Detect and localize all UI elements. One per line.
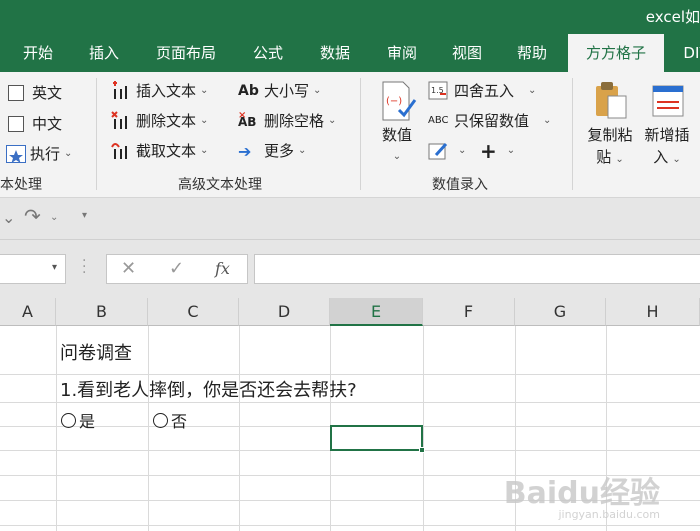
customize-toolbar-icon[interactable]: ▾ xyxy=(82,210,87,221)
group-label-numeric-entry: 数值录入 xyxy=(432,177,488,193)
tab-page-layout[interactable]: 页面布局 xyxy=(144,34,228,72)
execute-button[interactable]: 执行 ⌄ xyxy=(6,141,72,167)
chevron-down-icon: ⌄ xyxy=(298,145,307,156)
insert-text-icon xyxy=(110,81,132,101)
checkbox-icon xyxy=(8,116,24,132)
chevron-down-icon: ⌄ xyxy=(200,115,209,126)
chevron-down-icon: ⌄ xyxy=(200,85,209,96)
plus-button[interactable]: + ⌄ xyxy=(480,138,515,164)
chevron-down-icon: ▾ xyxy=(51,262,57,273)
column-header-e[interactable]: E xyxy=(330,298,423,326)
chevron-down-icon: ⌄ xyxy=(458,145,467,156)
redo-icon[interactable]: ↷ xyxy=(24,204,41,228)
title-bar: excel如 xyxy=(0,0,700,34)
option-no[interactable]: 否 xyxy=(153,408,187,432)
chevron-down-icon: ⌄ xyxy=(200,145,209,156)
chevron-down-icon: ⌄ xyxy=(615,154,624,165)
numeric-doc-icon: (−) xyxy=(377,80,417,122)
column-header-c[interactable]: C xyxy=(148,298,239,326)
cancel-icon[interactable]: ✕ xyxy=(121,258,136,279)
name-box[interactable]: ▾ xyxy=(0,254,66,284)
insert-row-icon xyxy=(647,80,687,122)
group-label-text-processing: 本处理 xyxy=(0,177,42,193)
arrow-right-icon: ➔ xyxy=(238,142,252,161)
redo-dropdown-icon[interactable]: ⌄ xyxy=(50,212,58,223)
column-header-h[interactable]: H xyxy=(606,298,700,326)
group-separator xyxy=(360,78,361,190)
star-execute-icon xyxy=(6,145,26,163)
column-header-g[interactable]: G xyxy=(515,298,606,326)
tab-review[interactable]: 审阅 xyxy=(374,34,430,72)
english-checkbox[interactable]: 英文 xyxy=(8,80,62,106)
abc-icon: ABC xyxy=(428,115,449,126)
numeric-button[interactable]: (−) 数值 ⌄ xyxy=(372,80,422,168)
new-insert-button[interactable]: 新增插 入 ⌄ xyxy=(636,80,698,171)
radio-button-icon xyxy=(61,412,76,428)
group-separator xyxy=(96,78,97,190)
round-button[interactable]: 1.5 四舍五入 ⌄ xyxy=(428,78,536,104)
chevron-down-icon: ⌄ xyxy=(392,151,402,162)
window-title: excel如 xyxy=(645,8,700,26)
ribbon: 英文 中文 执行 ⌄ 本处理 插入文本 ⌄ 删除文本 ⌄ 截取文本 ⌄ Ab 大… xyxy=(0,72,700,198)
drag-handle-icon[interactable]: · · · xyxy=(82,254,86,280)
chevron-down-icon: ⌄ xyxy=(64,148,73,159)
checkbox-icon xyxy=(8,85,24,101)
survey-question-cell: 1.看到老人摔倒，你是否还会去帮扶? xyxy=(60,380,357,401)
chevron-down-icon: ⌄ xyxy=(672,154,681,165)
tab-data[interactable]: 数据 xyxy=(306,34,364,72)
enter-icon[interactable]: ✓ xyxy=(169,258,184,279)
worksheet-grid[interactable]: 问卷调查 1.看到老人摔倒，你是否还会去帮扶? 是 否 Baidu经验 jing… xyxy=(0,326,700,531)
group-separator xyxy=(572,78,573,190)
keep-numbers-button[interactable]: ABC 只保留数值 ⌄ xyxy=(428,108,551,134)
copy-paste-button[interactable]: 复制粘 贴 ⌄ xyxy=(580,80,640,171)
tab-diy[interactable]: DIY xyxy=(676,34,700,72)
formula-bar: ▾ · · · ✕ ✓ fx xyxy=(0,240,700,298)
extract-text-button[interactable]: 截取文本 ⌄ xyxy=(110,138,208,164)
edit-sheet-icon xyxy=(428,141,450,161)
delete-spaces-button[interactable]: × AB 删除空格 ⌄ xyxy=(238,108,336,134)
more-button[interactable]: ➔ 更多 ⌄ xyxy=(238,138,306,164)
undo-dropdown-icon[interactable]: ⌄ xyxy=(2,208,15,227)
chevron-down-icon: ⌄ xyxy=(506,145,516,156)
selected-cell[interactable] xyxy=(330,425,425,453)
chinese-checkbox[interactable]: 中文 xyxy=(8,111,62,137)
survey-title-cell: 问卷调查 xyxy=(60,343,132,364)
chevron-down-icon: ⌄ xyxy=(313,85,322,96)
case-ab-icon: Ab xyxy=(238,83,259,99)
svg-text:(−): (−) xyxy=(386,96,402,107)
insert-text-button[interactable]: 插入文本 ⌄ xyxy=(110,78,208,104)
column-header-d[interactable]: D xyxy=(239,298,330,326)
tab-formulas[interactable]: 公式 xyxy=(240,34,296,72)
column-header-f[interactable]: F xyxy=(423,298,515,326)
fill-handle[interactable] xyxy=(419,447,425,453)
delete-text-icon xyxy=(110,111,132,131)
tab-view[interactable]: 视图 xyxy=(440,34,494,72)
radio-button-icon xyxy=(153,412,168,428)
round-icon: 1.5 xyxy=(428,81,450,101)
extract-text-icon xyxy=(110,141,132,161)
formula-input[interactable] xyxy=(254,254,700,284)
column-header-b[interactable]: B xyxy=(56,298,148,326)
tab-fangfang-gezi[interactable]: 方方格子 xyxy=(568,34,664,72)
insert-function-icon[interactable]: fx xyxy=(215,259,230,278)
edit-tool-button[interactable]: ⌄ xyxy=(428,138,466,164)
tab-insert[interactable]: 插入 xyxy=(74,34,134,72)
quick-access-toolbar: ⌄ ↷ ⌄ ▾ xyxy=(0,198,700,240)
chevron-down-icon: ⌄ xyxy=(543,115,552,126)
option-yes[interactable]: 是 xyxy=(61,408,95,432)
delete-space-icon: × AB xyxy=(238,110,257,129)
chevron-down-icon: ⌄ xyxy=(328,115,337,126)
tab-home[interactable]: 开始 xyxy=(8,34,68,72)
formula-controls: ✕ ✓ fx xyxy=(106,254,248,284)
watermark: Baidu经验 jingyan.baidu.com xyxy=(503,476,660,521)
column-header-a[interactable]: A xyxy=(0,298,56,326)
chevron-down-icon: ⌄ xyxy=(528,85,537,96)
ribbon-tabs: 开始 插入 页面布局 公式 数据 审阅 视图 帮助 方方格子 DIY xyxy=(0,34,700,72)
tab-help[interactable]: 帮助 xyxy=(504,34,560,72)
plus-icon: + xyxy=(480,139,497,163)
clipboard-icon xyxy=(590,80,630,122)
delete-text-button[interactable]: 删除文本 ⌄ xyxy=(110,108,208,134)
case-button[interactable]: Ab 大小写 ⌄ xyxy=(238,78,321,104)
group-label-advanced-text: 高级文本处理 xyxy=(178,177,262,193)
